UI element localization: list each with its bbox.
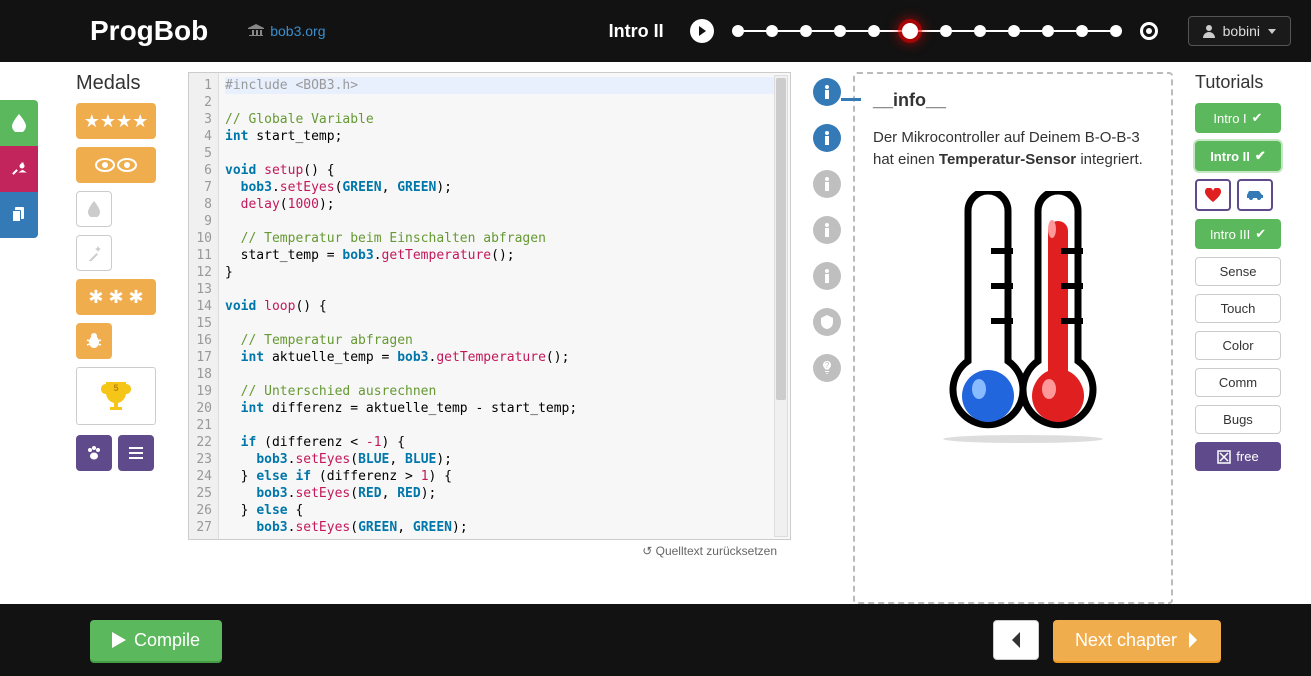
site-link[interactable]: bob3.org: [248, 23, 325, 39]
medal-drop[interactable]: [76, 191, 112, 227]
side-tab-copy[interactable]: [0, 192, 38, 238]
chapter-end-icon[interactable]: [1140, 22, 1158, 40]
step-dot-6[interactable]: [902, 23, 918, 39]
side-tabs: [0, 100, 38, 238]
chapter-label: Intro II: [609, 21, 664, 42]
user-menu-button[interactable]: bobini: [1188, 16, 1291, 46]
step-dot-1[interactable]: [732, 25, 744, 37]
medal-bug[interactable]: [76, 323, 112, 359]
tutorial-sense[interactable]: Sense: [1195, 257, 1281, 286]
reset-code-link[interactable]: ↺ Quelltext zurücksetzen: [188, 540, 791, 558]
step-dot-3[interactable]: [800, 25, 812, 37]
brand-logo[interactable]: ProgBob: [90, 15, 208, 47]
medal-trophy[interactable]: 5: [76, 367, 156, 425]
next-chapter-button[interactable]: Next chapter: [1053, 620, 1221, 661]
caret-down-icon: [1268, 29, 1276, 34]
side-tab-drop[interactable]: [0, 100, 38, 146]
svg-text:5: 5: [113, 383, 118, 393]
user-icon: [1203, 24, 1215, 38]
tutorial-car[interactable]: [1237, 179, 1273, 211]
medal-menu[interactable]: [118, 435, 154, 471]
step-dot-5[interactable]: [868, 25, 880, 37]
bank-icon: [248, 24, 264, 38]
compile-label: Compile: [134, 630, 200, 651]
svg-text:?: ?: [825, 361, 830, 370]
step-dot-8[interactable]: [974, 25, 986, 37]
info-title: __info__: [873, 90, 1153, 111]
next-chapter-label: Next chapter: [1075, 630, 1177, 651]
tutorials-title: Tutorials: [1195, 72, 1281, 93]
step-dot-10[interactable]: [1042, 25, 1054, 37]
top-header: ProgBob bob3.org Intro II bobini: [0, 0, 1311, 62]
step-dot-4[interactable]: [834, 25, 846, 37]
code-editor[interactable]: 1234567891011121314151617181920212223242…: [188, 72, 791, 540]
editor-gutter: 1234567891011121314151617181920212223242…: [189, 73, 219, 539]
medal-gears[interactable]: ✱ ✱ ✱: [76, 279, 156, 315]
info-bullet-7[interactable]: ?: [813, 354, 841, 382]
info-bullet-6[interactable]: [813, 308, 841, 336]
info-text: Der Mikrocontroller auf Deinem B-O-B-3 h…: [873, 127, 1153, 171]
main-area: Medals ★★★★ ✱ ✱ ✱ 5 12345678910111213141…: [0, 62, 1311, 604]
chapter-start-icon[interactable]: [690, 19, 714, 43]
step-dot-11[interactable]: [1076, 25, 1088, 37]
tutorial-heart[interactable]: [1195, 179, 1231, 211]
tutorial-color[interactable]: Color: [1195, 331, 1281, 360]
tutorial-free[interactable]: free: [1195, 442, 1281, 471]
medal-wand[interactable]: [76, 235, 112, 271]
editor-code[interactable]: #include <BOB3.h> // Globale Variableint…: [219, 73, 790, 539]
info-bullets: ?: [813, 72, 841, 604]
tutorial-intro-iii[interactable]: Intro III✔: [1195, 219, 1281, 249]
editor-column: 1234567891011121314151617181920212223242…: [188, 72, 791, 604]
footer-bar: Compile Next chapter: [0, 604, 1311, 676]
step-dot-9[interactable]: [1008, 25, 1020, 37]
info-bullet-5[interactable]: [813, 262, 841, 290]
tutorials-column: Tutorials Intro I✔ Intro II✔ Intro III✔ Sen…: [1195, 72, 1281, 604]
info-panel: __info__ Der Mikrocontroller auf Deinem …: [853, 72, 1173, 604]
step-dot-2[interactable]: [766, 25, 778, 37]
tutorial-intro-i[interactable]: Intro I✔: [1195, 103, 1281, 133]
info-bullet-1[interactable]: [813, 78, 841, 106]
medal-stars[interactable]: ★★★★: [76, 103, 156, 139]
medal-eyes[interactable]: [76, 147, 156, 183]
tutorial-touch[interactable]: Touch: [1195, 294, 1281, 323]
editor-scrollbar[interactable]: [774, 75, 788, 537]
tutorial-bugs[interactable]: Bugs: [1195, 405, 1281, 434]
side-tab-pin[interactable]: [0, 146, 38, 192]
step-dots: [732, 23, 1122, 39]
info-bullet-2[interactable]: [813, 124, 841, 152]
chevron-left-icon: [1010, 632, 1022, 648]
prev-chapter-button[interactable]: [993, 620, 1039, 660]
play-icon: [112, 632, 126, 648]
thermometer-image: [873, 191, 1153, 451]
info-bullet-4[interactable]: [813, 216, 841, 244]
medals-column: Medals ★★★★ ✱ ✱ ✱ 5: [76, 72, 166, 604]
medal-paw[interactable]: [76, 435, 112, 471]
info-bullet-3[interactable]: [813, 170, 841, 198]
tutorial-comm[interactable]: Comm: [1195, 368, 1281, 397]
info-column: ? __info__ Der Mikrocontroller auf Deine…: [813, 72, 1173, 604]
user-name-label: bobini: [1223, 23, 1260, 39]
tutorial-intro-ii[interactable]: Intro II✔: [1195, 141, 1281, 171]
site-link-label: bob3.org: [270, 23, 325, 39]
step-dot-12[interactable]: [1110, 25, 1122, 37]
step-dot-7[interactable]: [940, 25, 952, 37]
chapter-progress: Intro II: [609, 19, 1158, 43]
chevron-right-icon: [1187, 632, 1199, 648]
scroll-thumb[interactable]: [776, 78, 786, 400]
medals-title: Medals: [76, 72, 166, 95]
compile-button[interactable]: Compile: [90, 620, 222, 661]
